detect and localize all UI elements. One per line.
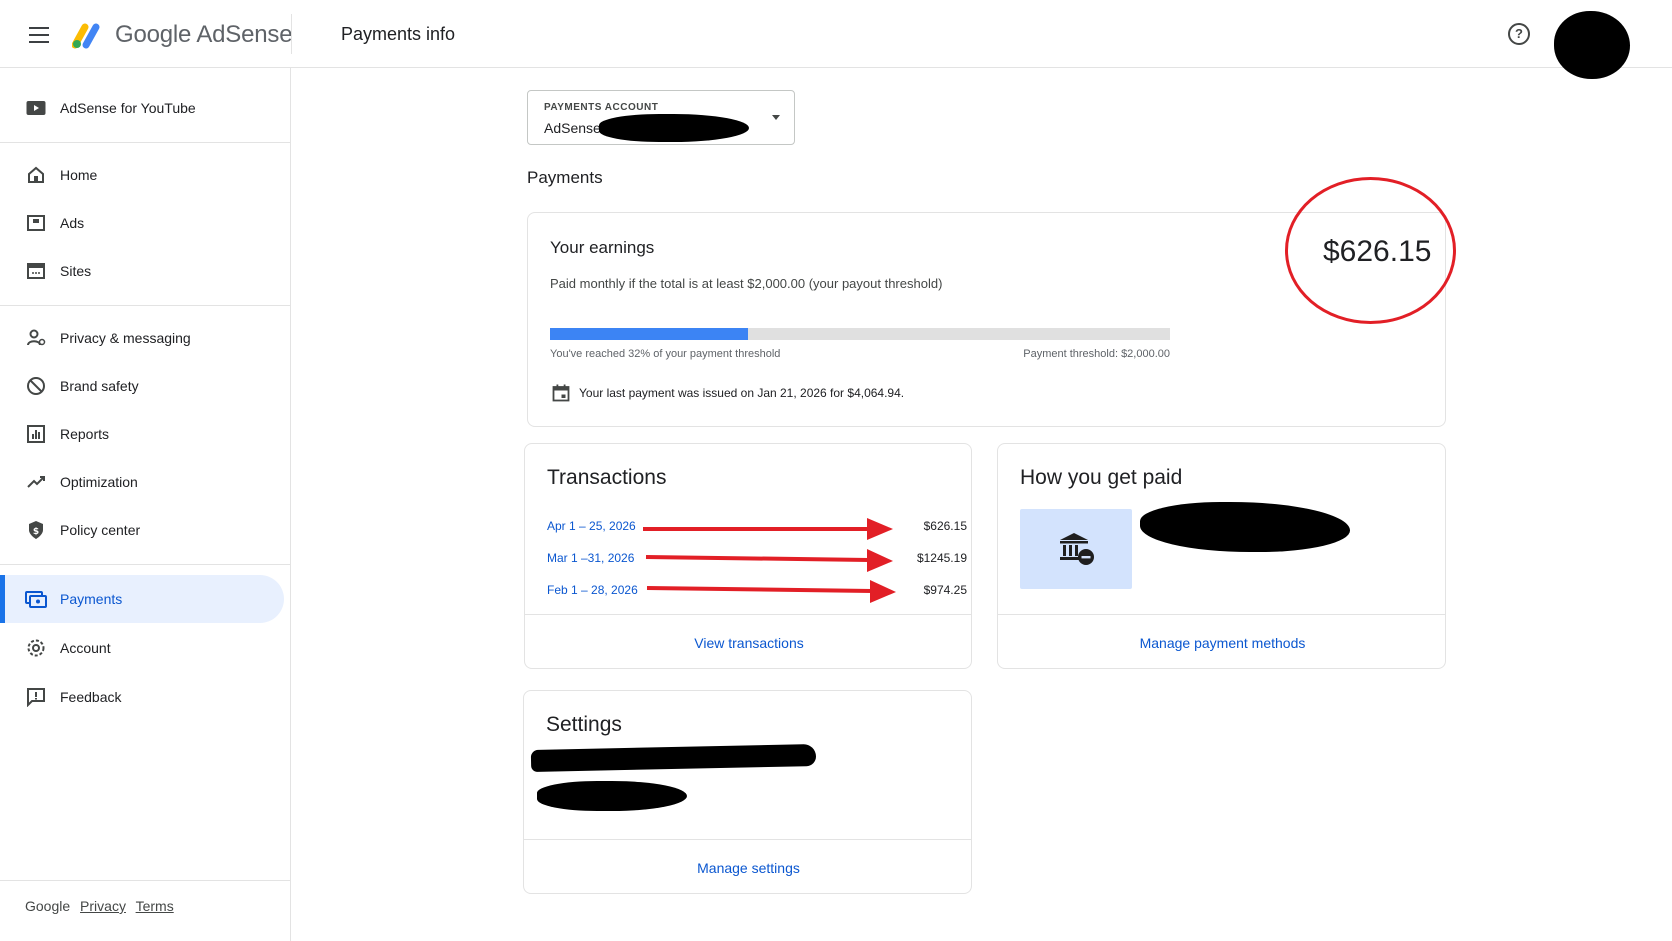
svg-text:$: $ xyxy=(33,527,39,537)
settings-card: Settings Manage settings xyxy=(523,690,972,894)
manage-settings-link[interactable]: Manage settings xyxy=(524,860,973,876)
view-transactions-link[interactable]: View transactions xyxy=(525,635,973,651)
payments-icon xyxy=(25,588,47,610)
divider xyxy=(0,564,291,565)
sidebar-item-label: Brand safety xyxy=(60,378,139,394)
dropdown-arrow-icon xyxy=(772,115,780,120)
sidebar-item-label: Account xyxy=(60,640,111,656)
sidebar-item-label: AdSense for YouTube xyxy=(60,100,196,116)
sidebar-item-label: Optimization xyxy=(60,474,138,490)
threshold-progress-bar xyxy=(550,328,1170,340)
annotation-arrow xyxy=(643,518,893,540)
sidebar: AdSense for YouTube Home Ads Sites Priva… xyxy=(0,68,291,941)
sidebar-item-label: Feedback xyxy=(60,689,122,705)
payment-method-tile xyxy=(1020,509,1132,589)
divider xyxy=(291,14,292,54)
redaction-mark xyxy=(530,744,817,772)
annotation-arrow xyxy=(645,549,893,572)
top-app-bar: Google AdSense Payments info ? xyxy=(0,0,1672,79)
calendar-icon xyxy=(552,384,570,402)
sidebar-item-feedback[interactable]: Feedback xyxy=(0,673,284,721)
divider xyxy=(0,305,291,306)
manage-payment-methods-link[interactable]: Manage payment methods xyxy=(998,635,1447,651)
sidebar-item-sites[interactable]: Sites xyxy=(0,247,284,295)
brand-safety-icon xyxy=(25,375,47,397)
progress-text: You've reached 32% of your payment thres… xyxy=(550,348,781,360)
footer-google: Google xyxy=(25,898,71,914)
sidebar-item-account[interactable]: Account xyxy=(0,624,284,672)
adsense-logo-icon xyxy=(72,23,100,49)
sidebar-item-ads[interactable]: Ads xyxy=(0,199,284,247)
sidebar-item-privacy-messaging[interactable]: Privacy & messaging xyxy=(0,314,284,362)
sidebar-item-policy-center[interactable]: $ Policy center xyxy=(0,506,284,554)
transaction-date-link[interactable]: Apr 1 – 25, 2026 xyxy=(547,519,636,533)
sidebar-item-label: Home xyxy=(60,167,98,183)
sidebar-item-label: Privacy & messaging xyxy=(60,330,191,346)
privacy-icon xyxy=(25,327,47,349)
page-title: Payments info xyxy=(341,24,456,44)
sidebar-item-adsense-for-youtube[interactable]: AdSense for YouTube xyxy=(0,84,284,132)
divider xyxy=(524,839,971,840)
hamburger-menu-icon[interactable] xyxy=(22,22,56,48)
redaction-mark xyxy=(1140,502,1350,552)
transaction-date-link[interactable]: Mar 1 –31, 2026 xyxy=(547,551,634,565)
active-indicator xyxy=(0,575,5,623)
policy-icon: $ xyxy=(25,519,47,541)
avatar[interactable] xyxy=(1554,11,1630,79)
progress-fill xyxy=(550,328,749,340)
transaction-date-link[interactable]: Feb 1 – 28, 2026 xyxy=(547,583,638,597)
sidebar-item-home[interactable]: Home xyxy=(0,151,284,199)
sidebar-item-reports[interactable]: Reports xyxy=(0,410,284,458)
bank-icon xyxy=(1060,533,1094,565)
earnings-description: Paid monthly if the total is at least $2… xyxy=(550,276,943,291)
settings-title: Settings xyxy=(546,713,622,736)
payments-heading: Payments xyxy=(527,168,603,187)
select-caption: PAYMENTS ACCOUNT xyxy=(544,102,659,113)
sidebar-item-label: Reports xyxy=(60,426,110,442)
sidebar-item-optimization[interactable]: Optimization xyxy=(0,458,284,506)
transaction-amount: $626.15 xyxy=(923,519,967,533)
annotation-arrow xyxy=(646,580,896,603)
annotation-arrows xyxy=(643,518,896,603)
divider xyxy=(525,614,971,615)
sidebar-item-label: Payments xyxy=(60,591,123,607)
redaction-mark xyxy=(537,781,687,811)
how-you-get-paid-card: How you get paid Manage payment methods xyxy=(997,443,1446,669)
brand-name: Google AdSense xyxy=(115,21,293,48)
sidebar-item-label: Ads xyxy=(60,215,85,231)
threshold-text: Payment threshold: $2,000.00 xyxy=(1023,348,1170,360)
last-payment-text: Your last payment was issued on Jan 21, … xyxy=(579,386,905,400)
sidebar-item-payments[interactable]: Payments xyxy=(0,575,284,623)
sidebar-item-label: Policy center xyxy=(60,522,141,538)
divider xyxy=(0,142,291,143)
youtube-icon xyxy=(25,97,47,119)
sites-icon xyxy=(25,260,47,282)
terms-link[interactable]: Terms xyxy=(136,898,174,914)
sidebar-footer: Google Privacy Terms xyxy=(25,898,180,914)
help-icon[interactable]: ? xyxy=(1508,23,1530,45)
transaction-amount: $974.25 xyxy=(923,583,967,597)
divider xyxy=(998,614,1445,615)
sidebar-item-brand-safety[interactable]: Brand safety xyxy=(0,362,284,410)
annotation-circle xyxy=(1285,177,1456,324)
privacy-link[interactable]: Privacy xyxy=(80,898,126,914)
transaction-amount: $1245.19 xyxy=(916,551,967,565)
divider xyxy=(0,880,291,881)
select-value: AdSense xyxy=(544,120,601,136)
reports-icon xyxy=(25,423,47,445)
feedback-icon xyxy=(25,686,47,708)
home-icon xyxy=(25,164,47,186)
redaction-mark xyxy=(599,114,749,142)
optimization-icon xyxy=(25,471,47,493)
sidebar-item-label: Sites xyxy=(60,263,92,279)
how-paid-title: How you get paid xyxy=(1020,466,1183,489)
gear-icon xyxy=(25,637,47,659)
transactions-title: Transactions xyxy=(547,466,667,489)
earnings-title: Your earnings xyxy=(550,238,655,257)
transactions-card: Transactions Apr 1 – 25, 2026 $626.15 Ma… xyxy=(524,443,972,669)
ads-icon xyxy=(25,212,47,234)
